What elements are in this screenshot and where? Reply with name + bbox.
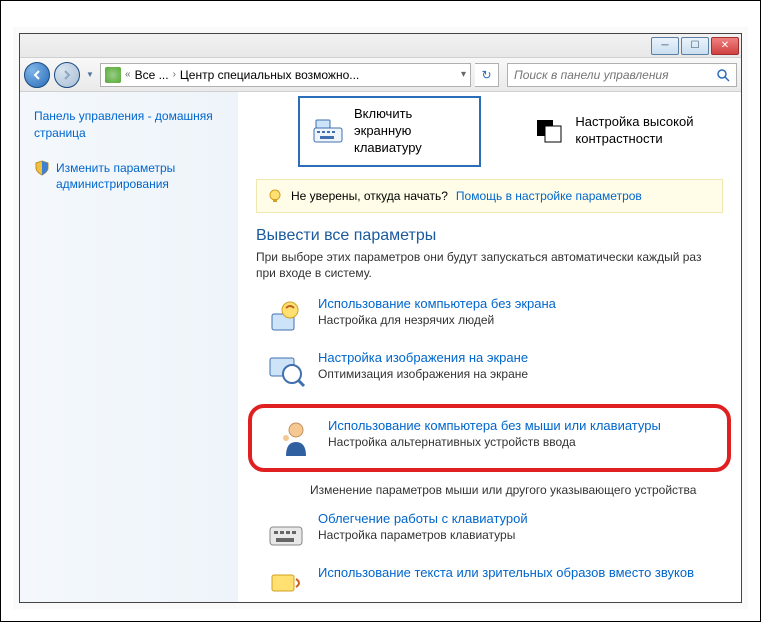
option-no-display-link[interactable]: Использование компьютера без экрана xyxy=(318,296,556,311)
highlight-box: Использование компьютера без мыши или кл… xyxy=(248,404,731,472)
minimize-button[interactable]: ─ xyxy=(651,37,679,55)
forward-button[interactable] xyxy=(54,62,80,88)
quick-osk-button[interactable]: Включить экранную клавиатуру xyxy=(298,96,481,167)
control-panel-icon xyxy=(105,67,121,83)
search-icon[interactable] xyxy=(716,68,730,82)
tip-link[interactable]: Помощь в настройке параметров xyxy=(456,189,642,203)
maximize-button[interactable]: ☐ xyxy=(681,37,709,55)
address-bar: ▼ « Все ... › Центр специальных возможно… xyxy=(20,58,741,92)
narrator-icon xyxy=(266,296,306,336)
refresh-button[interactable]: ↻ xyxy=(475,63,499,87)
section-title: Вывести все параметры xyxy=(256,227,723,245)
option-no-display-desc: Настройка для незрячих людей xyxy=(318,313,556,327)
option-keyboard-desc: Настройка параметров клавиатуры xyxy=(318,528,528,542)
lightbulb-icon xyxy=(267,188,283,204)
option-sound[interactable]: Использование текста или зрительных обра… xyxy=(266,565,723,602)
option-no-mouse-desc: Настройка альтернативных устройств ввода xyxy=(328,435,661,449)
chevron-right-icon: › xyxy=(173,69,176,80)
contrast-icon xyxy=(533,118,565,144)
section-desc: При выборе этих параметров они будут зап… xyxy=(256,249,723,283)
tip-text: Не уверены, откуда начать? xyxy=(291,189,448,203)
option-no-display[interactable]: Использование компьютера без экрана Наст… xyxy=(266,296,723,336)
person-icon xyxy=(276,418,316,458)
option-sound-link[interactable]: Использование текста или зрительных обра… xyxy=(318,565,694,580)
chevron-left-icon: « xyxy=(125,69,131,80)
option-keyboard-link[interactable]: Облегчение работы с клавиатурой xyxy=(318,511,528,526)
option-keyboard[interactable]: Облегчение работы с клавиатурой Настройк… xyxy=(266,511,723,551)
option-mouse[interactable]: Изменение параметров мыши или другого ук… xyxy=(310,482,723,499)
quick-contrast-button[interactable]: Настройка высокой контрастности xyxy=(521,96,713,167)
sidebar: Панель управления - домашняя страница Из… xyxy=(20,92,238,602)
option-display[interactable]: Настройка изображения на экране Оптимиза… xyxy=(266,350,723,390)
breadcrumb-segment[interactable]: Все ... xyxy=(135,68,169,82)
shield-icon xyxy=(34,160,50,176)
quick-contrast-label: Настройка высокой контрастности xyxy=(575,114,701,148)
titlebar: ─ ☐ ✕ xyxy=(20,34,741,58)
control-panel-home-link[interactable]: Панель управления - домашняя страница xyxy=(34,108,224,142)
quick-osk-label: Включить экранную клавиатуру xyxy=(354,106,467,157)
nav-history-dropdown[interactable]: ▼ xyxy=(84,65,96,85)
content-area: Включить экранную клавиатуру Настройка в… xyxy=(238,92,741,602)
option-mouse-desc: Изменение параметров мыши или другого ук… xyxy=(310,482,723,499)
close-button[interactable]: ✕ xyxy=(711,37,739,55)
option-no-mouse-link[interactable]: Использование компьютера без мыши или кл… xyxy=(328,418,661,433)
admin-settings-link[interactable]: Изменить параметры администрирования xyxy=(56,160,224,194)
keyboard-icon xyxy=(312,118,344,144)
option-no-mouse[interactable]: Использование компьютера без мыши или кл… xyxy=(276,418,713,458)
sound-visual-icon xyxy=(266,565,306,602)
option-display-desc: Оптимизация изображения на экране xyxy=(318,367,528,381)
tip-bar: Не уверены, откуда начать? Помощь в наст… xyxy=(256,179,723,213)
back-button[interactable] xyxy=(24,62,50,88)
option-display-link[interactable]: Настройка изображения на экране xyxy=(318,350,528,365)
breadcrumb[interactable]: « Все ... › Центр специальных возможно..… xyxy=(100,63,471,87)
search-box[interactable] xyxy=(507,63,737,87)
magnifier-icon xyxy=(266,350,306,390)
search-input[interactable] xyxy=(514,68,716,82)
breadcrumb-segment[interactable]: Центр специальных возможно... xyxy=(180,68,359,82)
keyboard-ease-icon xyxy=(266,511,306,551)
dropdown-icon[interactable]: ▾ xyxy=(461,69,466,80)
